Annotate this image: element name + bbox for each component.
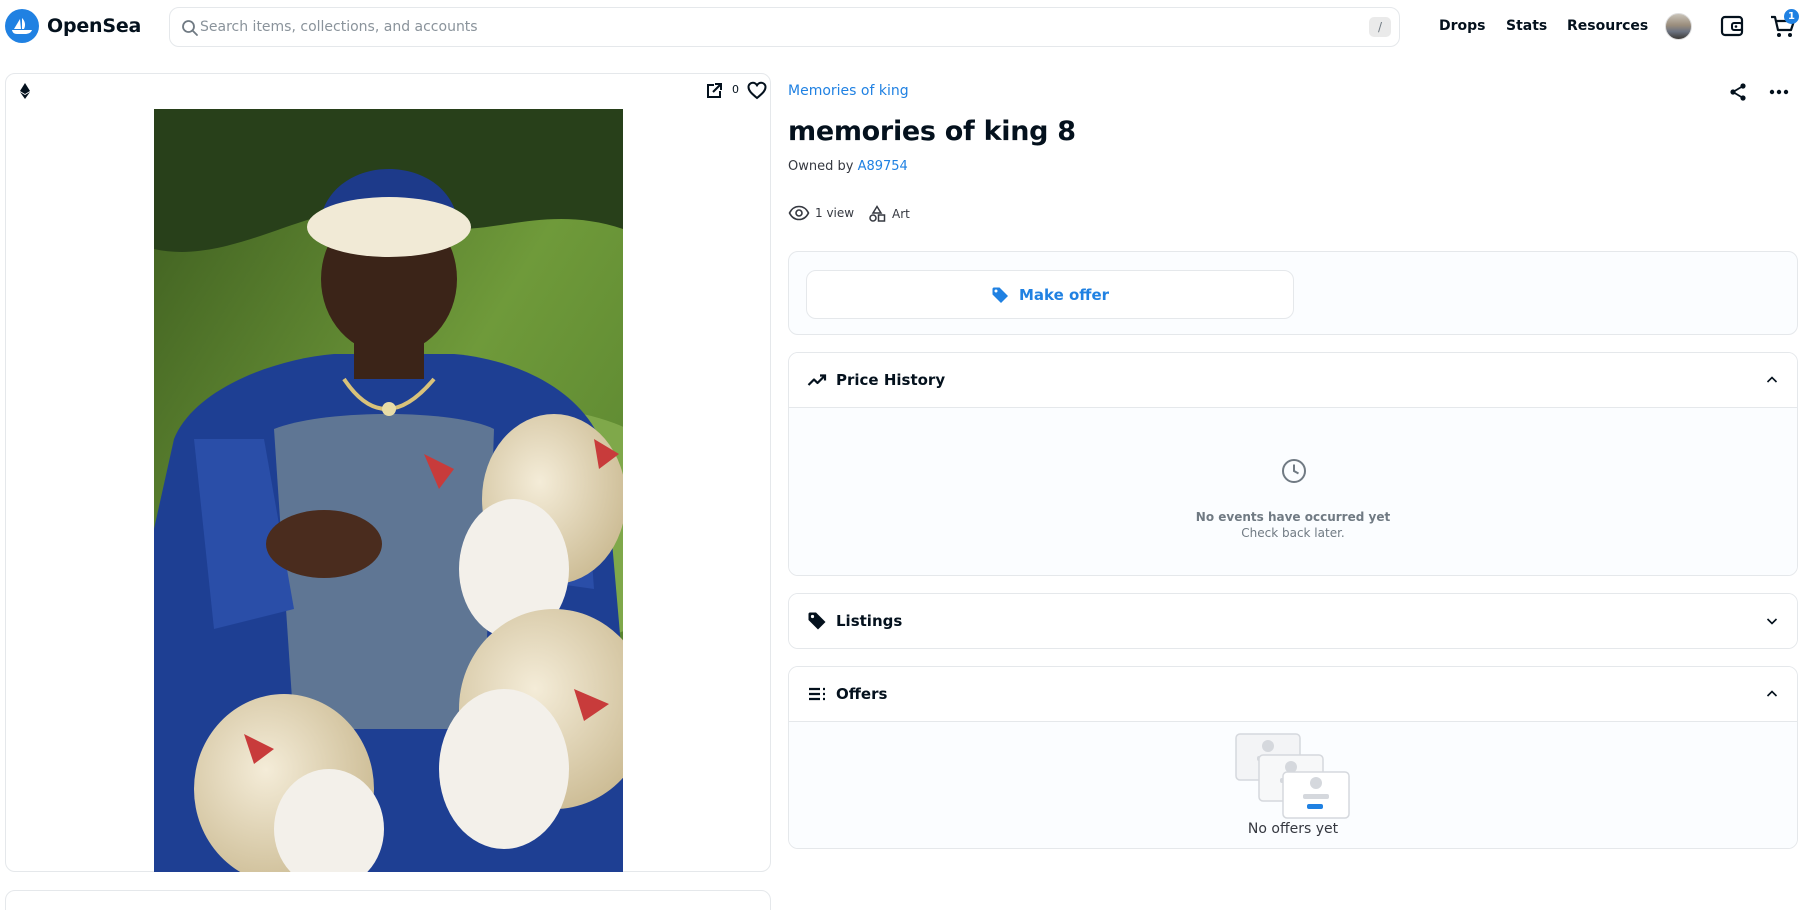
empty-offers-illustration — [1235, 733, 1350, 819]
clock-icon — [1282, 459, 1306, 483]
nft-media-card: 0 — [5, 73, 771, 872]
make-offer-button[interactable]: Make offer — [806, 270, 1294, 319]
owner-line: Owned by A89754 — [788, 159, 908, 174]
nft-artwork-image[interactable] — [154, 109, 623, 872]
opensea-logo-icon — [5, 9, 39, 43]
price-history-header[interactable]: Price History — [789, 353, 1797, 407]
category-tag[interactable]: Art — [868, 205, 910, 223]
cart-count-badge: 1 — [1784, 9, 1799, 24]
opensea-logo[interactable]: OpenSea — [5, 9, 141, 43]
category-text: Art — [892, 207, 910, 221]
eye-icon — [788, 205, 810, 221]
more-options-icon[interactable] — [1768, 82, 1790, 102]
offer-panel: Make offer — [788, 251, 1798, 335]
listings-title: Listings — [836, 612, 903, 630]
view-count-text: 1 view — [815, 206, 855, 220]
collection-link[interactable]: Memories of king — [788, 83, 909, 99]
view-count: 1 view — [788, 205, 854, 221]
trending-up-icon — [807, 374, 827, 386]
ethereum-icon — [20, 83, 30, 99]
offers-body: No offers yet — [789, 721, 1797, 848]
search-input[interactable] — [200, 8, 1320, 46]
heart-icon[interactable] — [747, 81, 767, 100]
price-history-panel: Price History No events have occurred ye… — [788, 352, 1798, 576]
favorite-count: 0 — [732, 83, 739, 96]
chevron-up-icon[interactable] — [1765, 373, 1779, 387]
item-title: memories of king 8 — [788, 116, 1076, 147]
offers-header[interactable]: Offers — [789, 667, 1797, 721]
wallet-icon[interactable] — [1719, 13, 1745, 39]
category-shapes-icon — [869, 205, 886, 222]
search-icon — [182, 20, 198, 36]
top-navigation-bar: OpenSea / Drops Stats Resources 1 — [0, 0, 1806, 52]
chevron-down-icon[interactable] — [1765, 614, 1779, 628]
chevron-up-icon[interactable] — [1765, 687, 1779, 701]
list-icon — [809, 687, 825, 701]
item-details-card — [5, 890, 771, 910]
make-offer-label: Make offer — [1018, 285, 1110, 304]
open-in-new-icon[interactable] — [705, 82, 723, 100]
listings-panel: Listings — [788, 593, 1798, 649]
owned-by-label: Owned by — [788, 159, 854, 174]
offers-title: Offers — [836, 685, 888, 703]
nav-stats[interactable]: Stats — [1506, 0, 1547, 52]
listings-header[interactable]: Listings — [789, 594, 1797, 648]
profile-avatar[interactable] — [1665, 13, 1692, 40]
no-events-text: No events have occurred yet — [1195, 510, 1391, 524]
price-history-title: Price History — [836, 371, 946, 389]
owner-link[interactable]: A89754 — [858, 159, 908, 174]
nav-resources[interactable]: Resources — [1567, 0, 1648, 52]
tag-icon — [808, 612, 826, 630]
search-shortcut-key: / — [1369, 17, 1391, 37]
search-bar[interactable]: / — [169, 7, 1400, 47]
share-icon[interactable] — [1728, 82, 1748, 102]
brand-name: OpenSea — [47, 15, 142, 37]
price-history-body: No events have occurred yet Check back l… — [789, 407, 1797, 575]
tag-icon — [992, 287, 1008, 303]
check-back-text: Check back later. — [1241, 526, 1345, 540]
no-offers-text: No offers yet — [1247, 821, 1339, 837]
nav-drops[interactable]: Drops — [1439, 0, 1486, 52]
offers-panel: Offers No offers yet — [788, 666, 1798, 849]
